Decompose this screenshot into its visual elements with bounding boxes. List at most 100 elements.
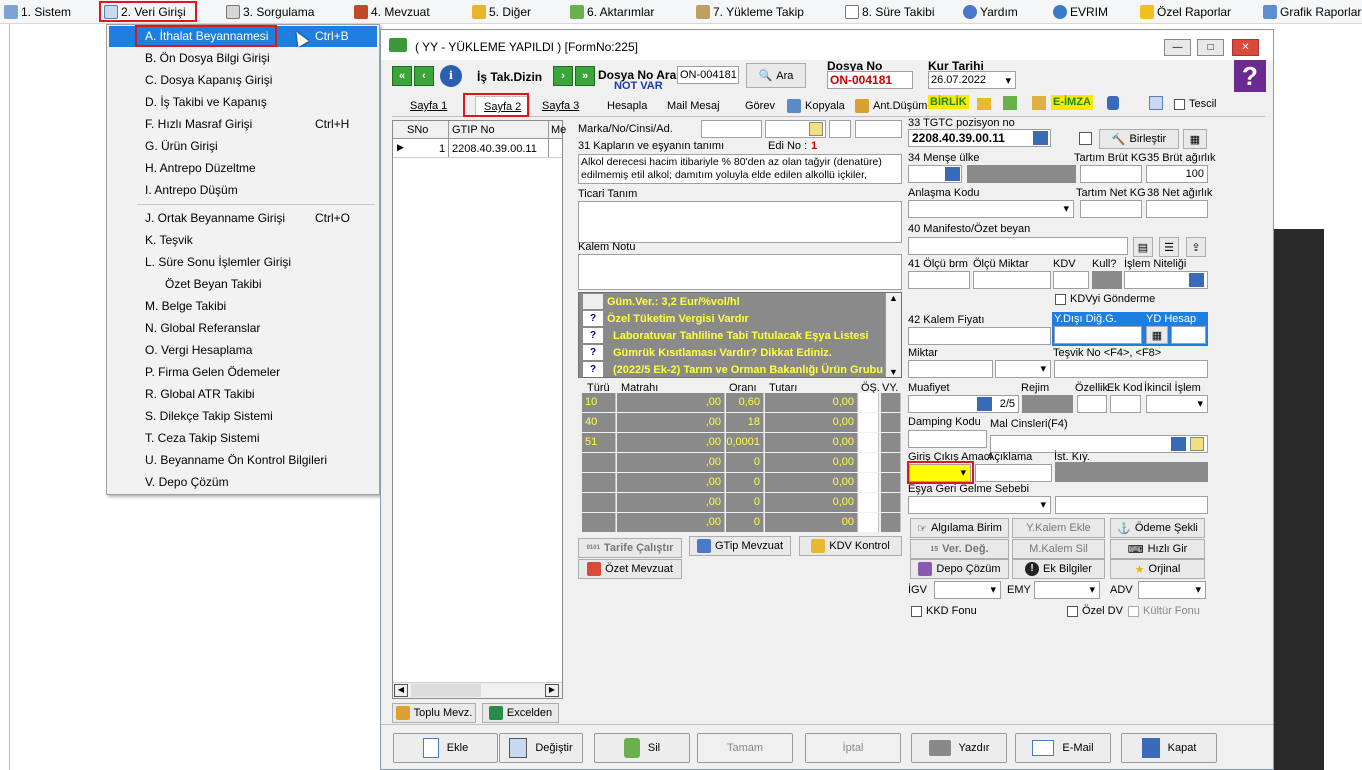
menu-item-is-takibi[interactable]: D. İş Takibi ve Kapanış [109,92,377,113]
table-row[interactable]: ,00 0 0,00 [582,453,902,473]
table-row[interactable]: 40,00 18 0,00 [582,413,902,433]
prev-record-icon[interactable]: ‹ [414,66,434,86]
table-cell[interactable]: 0,00 [765,433,858,452]
dosya-no-ara-input[interactable]: ON-004181 [677,66,739,84]
calculator-icon[interactable]: ▦ [1146,326,1168,344]
menu-item-firma-odeme[interactable]: P. Firma Gelen Ödemeler [109,362,377,383]
help-question-icon[interactable]: ? [1234,60,1266,92]
table-cell[interactable] [859,453,879,472]
iptal-button[interactable]: İptal [805,733,901,763]
toplu-mevz-button[interactable]: Toplu Mevz. [392,703,476,723]
table-cell[interactable]: ,00 [617,453,725,472]
table-cell[interactable]: 0,00 [765,453,858,472]
menu-item-global-ref[interactable]: N. Global Referanslar [109,318,377,339]
table-cell[interactable] [859,413,879,432]
table-cell[interactable] [881,513,901,532]
export-icon[interactable] [1032,96,1046,110]
algilama-birim-button[interactable]: ☞ Algılama Birim [910,518,1009,538]
table-cell[interactable]: 0,00 [765,413,858,432]
sil-button[interactable]: Sil [594,733,690,763]
miktar-unit-select[interactable] [995,360,1051,378]
orjinal-button[interactable]: ★ Orjinal [1110,559,1205,579]
menu-aktarimlar[interactable]: 6. Aktarımlar [570,3,654,21]
depo-cozum-button[interactable]: Depo Çözüm [910,559,1009,579]
menu-item-ceza[interactable]: T. Ceza Takip Sistemi [109,428,377,449]
left-splitter[interactable] [0,24,10,770]
menu-item-vergi[interactable]: O. Vergi Hesaplama [109,340,377,361]
lookup-icon[interactable] [977,397,992,411]
kur-tarihi-select[interactable]: 26.07.2022 [928,71,1016,89]
esya-tanimi-text[interactable]: Alkol derecesi hacim itibariyle % 80'den… [578,154,902,184]
warning-scrollbar[interactable]: ▲ ▼ [885,293,901,377]
lookup-icon[interactable] [1171,437,1186,451]
menu-ozel-raporlar[interactable]: Özel Raporlar [1140,3,1231,21]
table-cell[interactable] [881,453,901,472]
search-doc-icon[interactable] [1149,96,1163,110]
folder-open-icon[interactable] [977,98,991,110]
table-cell[interactable]: 51 [582,433,616,452]
yazdir-button[interactable]: Yazdır [911,733,1007,763]
edit-pencil-icon[interactable] [1190,437,1204,451]
minimize-button[interactable]: — [1164,39,1191,56]
table-cell[interactable] [881,473,901,492]
table-cell[interactable]: 0 [726,473,764,492]
menu-yukleme-takip[interactable]: 7. Yükleme Takip [696,3,804,21]
upload-icon[interactable] [1003,96,1017,110]
table-cell[interactable] [859,393,879,412]
olcu-brm-input[interactable] [908,271,970,289]
scroll-down-icon[interactable]: ▼ [886,367,901,377]
maximize-button[interactable]: □ [1197,39,1224,56]
excelden-button[interactable]: Excelden [482,703,559,723]
net-input[interactable] [1146,200,1208,218]
table-cell[interactable]: 0,0001 [726,433,764,452]
menu-yardim[interactable]: Yardım [963,3,1018,21]
first-record-icon[interactable]: « [392,66,412,86]
menu-item-on-kontrol[interactable]: U. Beyanname Ön Kontrol Bilgileri [109,450,377,471]
kultur-fonu-checkbox[interactable]: Kültür Fonu [1128,605,1200,617]
kalem-notu-input[interactable] [578,254,902,290]
table-cell[interactable] [859,433,879,452]
esya-geri-select[interactable] [908,496,1051,514]
table-row[interactable]: 51,00 0,0001 0,00 [582,433,902,453]
table-cell[interactable] [859,493,879,512]
kkd-fonu-checkbox[interactable]: KKD Fonu [911,605,977,617]
tab-mail-mesaj[interactable]: Mail Mesaj [667,96,720,116]
gtip-mevzuat-button[interactable]: GTip Mevzuat [689,536,791,556]
table-cell[interactable]: 00 [765,513,858,532]
kdv-kontrol-button[interactable]: KDV Kontrol [799,536,902,556]
odeme-sekli-button[interactable]: ⚓ Ödeme Şekli [1110,518,1205,538]
tab-kopyala[interactable]: Kopyala [787,96,845,116]
tgtc-checkbox[interactable] [1079,132,1092,145]
table-cell[interactable] [582,513,616,532]
menu-item-antrepo-dusum[interactable]: I. Antrepo Düşüm [109,180,377,201]
scroll-left-icon[interactable]: ◀ [394,684,408,697]
table-cell[interactable] [881,393,901,412]
tescil-checkbox[interactable]: Tescil [1174,98,1217,110]
menu-sorgulama[interactable]: 3. Sorgulama [226,3,314,21]
menu-item-urun[interactable]: G. Ürün Girişi [109,136,377,157]
tgtc-input[interactable]: 2208.40.39.00.11 [908,129,1051,147]
lookup-icon[interactable] [945,167,960,181]
table-cell[interactable]: ,00 [617,473,725,492]
table-cell[interactable] [859,473,879,492]
table-cell[interactable]: ,00 [617,513,725,532]
ozel-dv-checkbox[interactable]: Özel DV [1067,605,1123,617]
yd-hesap-input[interactable] [1171,326,1206,344]
emy-select[interactable] [1034,581,1100,599]
tab-ant-dusum[interactable]: Ant.Düşüm [855,96,927,116]
tab-hesapla[interactable]: Hesapla [607,96,647,116]
kalem-fiyati-input[interactable] [908,327,1051,345]
adv-select[interactable] [1138,581,1206,599]
y-kalem-ekle-button[interactable]: Y.Kalem Ekle [1012,518,1105,538]
marka-input[interactable] [701,120,762,138]
manifesto-input[interactable] [908,237,1128,255]
e-mail-button[interactable]: E-Mail [1015,733,1111,763]
table-cell[interactable]: 0 [726,513,764,532]
anlasma-select[interactable] [908,200,1074,218]
list-icon[interactable]: ☰ [1159,237,1179,257]
table-cell[interactable]: 0 [726,493,764,512]
menu-sistem[interactable]: 1. Sistem [4,3,71,21]
menu-item-belge[interactable]: M. Belge Takibi [109,296,377,317]
marka-input-4[interactable] [855,120,902,138]
menu-sure-takibi[interactable]: 8. Süre Takibi [845,3,935,21]
